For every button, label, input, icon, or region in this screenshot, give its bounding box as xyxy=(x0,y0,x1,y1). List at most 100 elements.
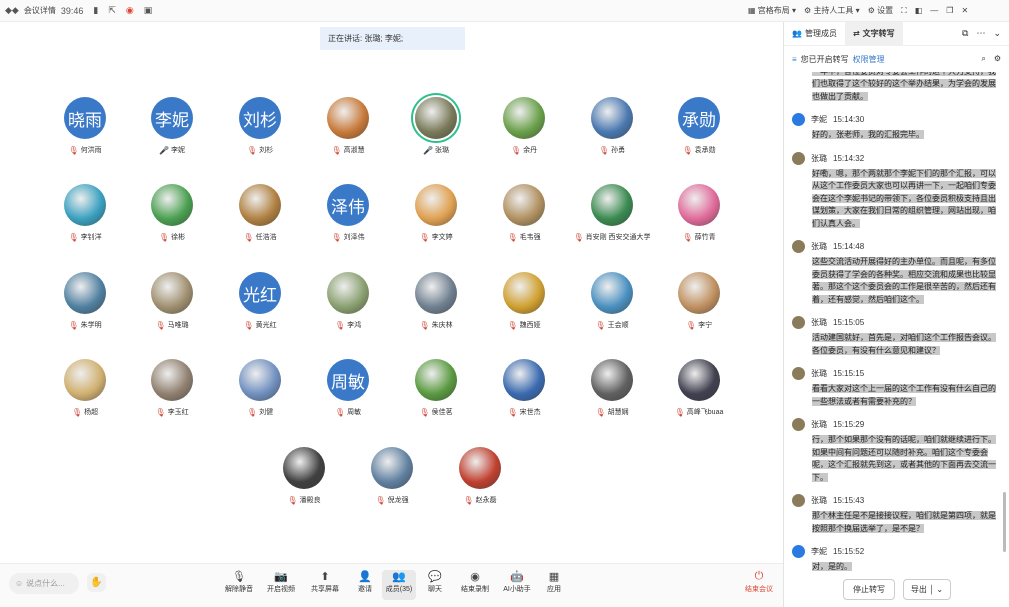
export-label: 导出 xyxy=(910,585,927,594)
mic-muted-icon: 🎙 xyxy=(155,320,166,330)
participant-tile[interactable]: 泽伟 🎙 刘泽伟 xyxy=(308,184,388,242)
chevron-down-icon[interactable]: ⌄ xyxy=(993,28,1001,39)
participant-tile[interactable]: 李妮 🎤 李妮 xyxy=(132,97,212,155)
end-meeting-button[interactable]: ⏻ 结束会议 xyxy=(742,570,776,594)
popout-icon[interactable]: ⧉ xyxy=(962,28,968,39)
share-screen-button[interactable]: ⬆ 共享屏幕 xyxy=(308,570,342,594)
app-title[interactable]: 会议详情 xyxy=(24,5,56,16)
entry-text: 那个林主任是不是接接议程，咱们就是第四项，就是按照那个换届选举了，是不是？ xyxy=(812,511,996,533)
participant-name-row: 🎙 肖安刚 西安交通大学 xyxy=(572,232,652,242)
participant-tile[interactable]: 🎙 朱学明 xyxy=(45,272,125,330)
speaker-name: 李妮 xyxy=(811,115,827,124)
participant-tile[interactable]: 承勋 🎙 袁承勋 xyxy=(659,97,739,155)
chat-input[interactable]: ☺ 说点什么... xyxy=(9,573,79,594)
participant-tile[interactable]: 🎙 潘殿良 xyxy=(264,447,344,505)
participant-tile[interactable]: 光红 🎙 黄光红 xyxy=(220,272,300,330)
participant-tile[interactable]: 刘杉 🎙 刘杉 xyxy=(220,97,300,155)
participant-tile[interactable]: 🎙 魏西娅 xyxy=(484,272,564,330)
layout-button[interactable]: ▦ 宫格布局 ▾ xyxy=(748,5,796,16)
members-button[interactable]: 👥 成员(35) xyxy=(382,570,416,600)
entry-text-block: 好嘞，嗯，那个两就那个李妮下们的那个汇报，可以从这个工作委员大家也可以再讲一下，… xyxy=(812,168,996,231)
raise-hand-icon[interactable]: ✋ xyxy=(87,573,106,592)
participant-tile[interactable]: 🎙 李钊洋 xyxy=(45,184,125,242)
video-button[interactable]: 📷 开启视频 xyxy=(264,570,298,594)
share-out-icon[interactable]: ⇱ xyxy=(108,5,116,16)
participant-tile[interactable]: 🎙 王会顺 xyxy=(572,272,652,330)
participant-tile[interactable]: 🎙 赵永磊 xyxy=(440,447,520,505)
invite-button[interactable]: 👤 邀请 xyxy=(348,570,382,594)
participant-tile[interactable]: 🎙 任浩浩 xyxy=(220,184,300,242)
minimize-icon[interactable]: — xyxy=(930,6,938,15)
participant-name-row: 🎙 任浩浩 xyxy=(220,232,300,242)
participant-name: 潘殿良 xyxy=(299,497,321,504)
mic-muted-icon: 🎙 xyxy=(573,232,584,242)
participant-tile[interactable]: 🎙 李玉红 xyxy=(132,359,212,417)
participant-tile[interactable]: 🎙 孙勇 xyxy=(572,97,652,155)
avatar xyxy=(415,184,457,226)
transcript-feed[interactable]: 那以前的这个队伍，都有参加过。那么那么在过去的一年中，各位委员对专委会工作的这个… xyxy=(784,72,1002,574)
avatar xyxy=(64,272,106,314)
speaker-name: 张璐 xyxy=(811,369,827,378)
entry-header: 李妮 15:15:52 xyxy=(792,545,996,558)
participant-tile[interactable]: 🎙 杨超 xyxy=(45,359,125,417)
participant-tile[interactable]: 🎙 高峰飞buaa xyxy=(659,359,739,417)
participant-tile[interactable]: 🎙 刘健 xyxy=(220,359,300,417)
gear-icon[interactable]: ⚙ xyxy=(994,54,1001,64)
participant-name-row: 🎙 黄光红 xyxy=(220,320,300,330)
mic-muted-icon: 🎙 xyxy=(419,320,430,330)
unmute-button[interactable]: 🎙 解除静音 xyxy=(222,570,256,594)
toolbar-label: 解除静音 xyxy=(225,586,253,593)
participant-name: 毛韦强 xyxy=(519,234,541,241)
smile-icon: ☺ xyxy=(15,579,24,588)
host-tools-button[interactable]: ⚙ 主持人工具 ▾ xyxy=(804,5,860,16)
more-icon[interactable]: ⋯ xyxy=(976,28,985,39)
participant-tile[interactable]: 🎙 余丹 xyxy=(484,97,564,155)
toolbar-label: 应用 xyxy=(547,586,561,593)
tab-transcript[interactable]: ⇄ 文字转写 xyxy=(844,21,903,46)
apps-button[interactable]: ▦ 应用 xyxy=(537,570,571,594)
participant-name: 高淑慧 xyxy=(343,147,365,154)
avatar xyxy=(792,418,805,431)
participant-tile[interactable]: 🎙 李文婷 xyxy=(396,184,476,242)
window-icon[interactable]: ▣ xyxy=(144,5,153,16)
participant-tile[interactable]: 🎙 马唯璐 xyxy=(132,272,212,330)
sidebar-toggle-icon[interactable]: ◧ xyxy=(915,6,923,15)
participant-tile[interactable]: 🎙 高淑慧 xyxy=(308,97,388,155)
ai-assistant-button[interactable]: 🤖 AI小助手 xyxy=(500,570,534,594)
close-icon[interactable]: ✕ xyxy=(961,6,968,15)
maximize-icon[interactable]: ❐ xyxy=(946,6,953,15)
participant-tile[interactable]: 🎙 肖安刚 西安交通大学 xyxy=(572,184,652,242)
participant-tile[interactable]: 周敏 🎙 周敏 xyxy=(308,359,388,417)
speaker-name: 张璐 xyxy=(811,318,827,327)
participant-tile[interactable]: 🎙 李鸿 xyxy=(308,272,388,330)
stop-transcript-button[interactable]: 停止转写 xyxy=(843,579,895,600)
export-button[interactable]: 导出 │ ⌄ xyxy=(903,579,951,600)
settings-button[interactable]: ⚙ 设置 xyxy=(868,5,893,16)
participant-tile[interactable]: 🎙 宋世杰 xyxy=(484,359,564,417)
participant-tile[interactable]: 晓雨 🎙 何洪雨 xyxy=(45,97,125,155)
scrollbar[interactable] xyxy=(1003,492,1006,552)
mic-muted-icon: 🎙 xyxy=(68,320,79,330)
stop-record-button[interactable]: ◉ 结束录制 xyxy=(458,570,492,594)
participant-tile[interactable]: 🎙 侯佳茗 xyxy=(396,359,476,417)
participant-tile[interactable]: 🎙 徐彬 xyxy=(132,184,212,242)
participant-tile[interactable]: 🎙 李宁 xyxy=(659,272,739,330)
participant-tile[interactable]: 🎤 张璐 xyxy=(396,97,476,155)
fullscreen-icon[interactable]: ⛶ xyxy=(901,6,907,16)
mic-muted-icon: 🎙 xyxy=(246,407,258,417)
permission-link[interactable]: 权限管理 xyxy=(853,54,885,65)
participant-tile[interactable]: 🎙 薛竹青 xyxy=(659,184,739,242)
chat-button[interactable]: 💬 聊天 xyxy=(418,570,452,594)
participant-tile[interactable]: 🎙 胡慧娴 xyxy=(572,359,652,417)
participant-name-row: 🎙 侯佳茗 xyxy=(396,407,476,417)
avatar xyxy=(371,447,413,489)
participant-tile[interactable]: 🎙 倪龙强 xyxy=(352,447,432,505)
avatar xyxy=(327,272,369,314)
search-icon[interactable]: ⌕ xyxy=(981,54,985,64)
speaker-name: 张璐 xyxy=(811,242,827,251)
participant-tile[interactable]: 🎙 朱庆林 xyxy=(396,272,476,330)
record-icon[interactable]: ◉ xyxy=(126,5,134,16)
toolbar-label: 开启视频 xyxy=(267,586,295,593)
participant-tile[interactable]: 🎙 毛韦强 xyxy=(484,184,564,242)
tab-members[interactable]: 👥 管理成员 xyxy=(784,28,845,39)
